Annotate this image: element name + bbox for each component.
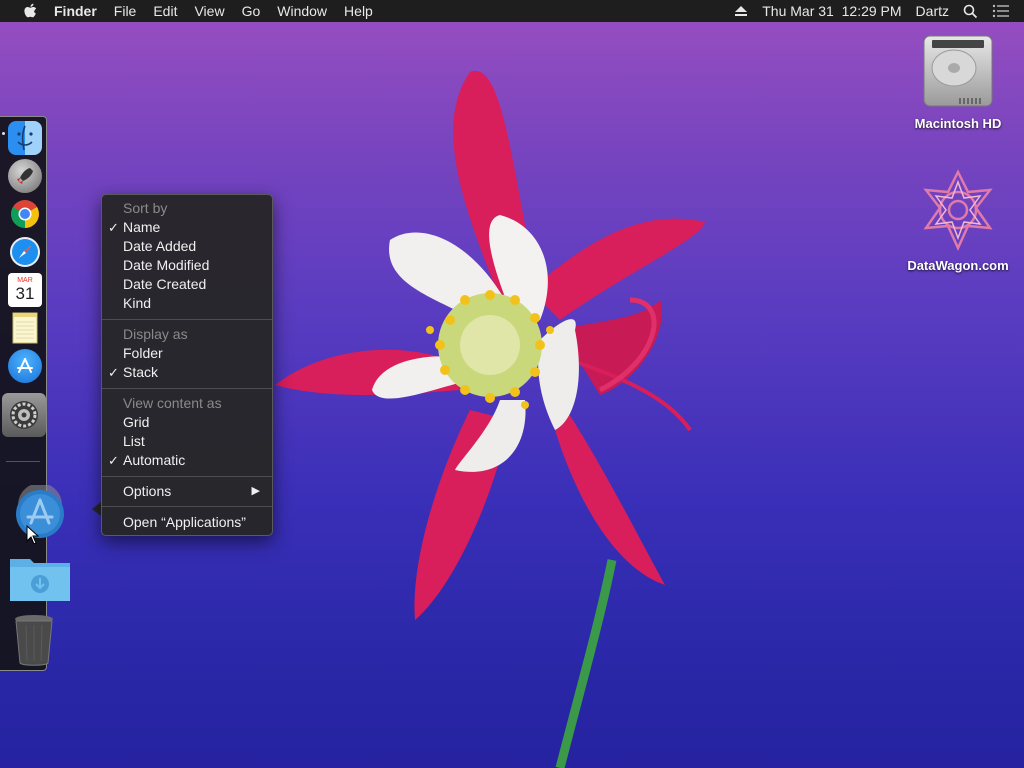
menu-item-sort-date-added[interactable]: Date Added bbox=[102, 237, 272, 256]
menu-view[interactable]: View bbox=[194, 0, 224, 22]
running-indicator bbox=[2, 132, 5, 135]
system-preferences-icon[interactable] bbox=[2, 393, 46, 437]
launchpad-icon[interactable] bbox=[8, 159, 42, 193]
desktop-icon-datawagon[interactable]: DataWagon.com bbox=[898, 168, 1018, 273]
menu-separator bbox=[102, 476, 272, 477]
menu-item-view-automatic[interactable]: ✓ Automatic bbox=[102, 451, 272, 470]
menu-item-sort-date-modified[interactable]: Date Modified bbox=[102, 256, 272, 275]
downloads-folder-icon[interactable] bbox=[8, 553, 72, 603]
calendar-day: 31 bbox=[15, 284, 35, 303]
checkmark-icon: ✓ bbox=[108, 365, 119, 380]
menu-section-header: View content as bbox=[123, 395, 222, 411]
desktop-icon-macintosh-hd[interactable]: Macintosh HD bbox=[898, 32, 1018, 131]
datawagon-icon bbox=[916, 168, 1000, 252]
menu-item-sort-name[interactable]: ✓ Name bbox=[102, 218, 272, 237]
menu-separator bbox=[102, 506, 272, 507]
notes-icon[interactable] bbox=[8, 311, 42, 345]
spotlight-search-icon[interactable] bbox=[963, 4, 978, 19]
trash-icon[interactable] bbox=[12, 613, 56, 667]
calendar-icon[interactable]: MAR 31 bbox=[8, 273, 42, 307]
hard-drive-icon bbox=[920, 32, 996, 110]
menu-edit[interactable]: Edit bbox=[153, 0, 177, 22]
app-store-icon[interactable] bbox=[8, 349, 42, 383]
desktop-icon-label: DataWagon.com bbox=[907, 258, 1009, 273]
menu-item-display-stack[interactable]: ✓ Stack bbox=[102, 363, 272, 382]
menu-item-view-grid[interactable]: Grid bbox=[102, 413, 272, 432]
menu-item-display-folder[interactable]: Folder bbox=[102, 344, 272, 363]
apple-menu-icon[interactable] bbox=[20, 0, 40, 22]
desktop-icon-label: Macintosh HD bbox=[914, 116, 1002, 131]
menubar-clock[interactable]: Thu Mar 31 12:29 PM bbox=[762, 0, 901, 22]
finder-icon[interactable] bbox=[8, 121, 42, 155]
notification-center-icon[interactable] bbox=[992, 4, 1010, 18]
checkmark-icon: ✓ bbox=[108, 220, 119, 235]
menu-section-header: Display as bbox=[123, 326, 188, 342]
checkmark-icon: ✓ bbox=[108, 453, 119, 468]
menu-separator bbox=[102, 388, 272, 389]
menu-bar: Finder File Edit View Go Window Help Thu… bbox=[0, 0, 1024, 22]
dock-separator bbox=[6, 461, 40, 462]
submenu-arrow-icon: ▶ bbox=[251, 485, 260, 497]
app-menu-finder[interactable]: Finder bbox=[54, 0, 97, 22]
eject-icon[interactable] bbox=[734, 5, 748, 17]
menubar-user[interactable]: Dartz bbox=[916, 0, 949, 22]
context-menu-pointer bbox=[92, 502, 101, 516]
menu-item-open-applications[interactable]: Open “Applications” bbox=[102, 513, 272, 532]
menu-item-options[interactable]: Options ▶ bbox=[102, 482, 272, 501]
menu-item-view-list[interactable]: List bbox=[102, 432, 272, 451]
menu-go[interactable]: Go bbox=[242, 0, 261, 22]
safari-icon[interactable] bbox=[8, 235, 42, 269]
menu-section-header: Sort by bbox=[123, 200, 168, 216]
mouse-cursor-icon bbox=[26, 525, 40, 545]
menu-separator bbox=[102, 319, 272, 320]
applications-stack-icon[interactable] bbox=[13, 485, 67, 539]
menu-window[interactable]: Window bbox=[277, 0, 327, 22]
chrome-icon[interactable] bbox=[8, 197, 42, 231]
dock: MAR 31 bbox=[0, 116, 70, 671]
dock-stack-context-menu: Sort by ✓ Name Date Added Date Modified D… bbox=[101, 194, 273, 536]
menu-item-sort-kind[interactable]: Kind bbox=[102, 294, 272, 313]
menu-file[interactable]: File bbox=[114, 0, 137, 22]
menu-item-sort-date-created[interactable]: Date Created bbox=[102, 275, 272, 294]
menu-help[interactable]: Help bbox=[344, 0, 373, 22]
